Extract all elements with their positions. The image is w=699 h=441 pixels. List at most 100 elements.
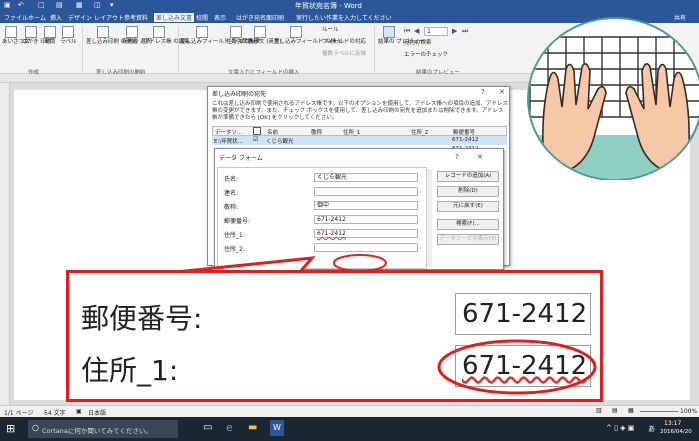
tell-me-box[interactable]: 実行したい作業を入力してください — [296, 13, 392, 22]
address-block-button[interactable]: 住所 ブロック — [226, 26, 261, 45]
clock-date[interactable]: 2016/04/20 — [660, 429, 692, 435]
col-honorific[interactable]: 敬称 — [311, 128, 322, 136]
row-checkbox[interactable]: ☑ — [253, 136, 258, 143]
vertical-ruler — [0, 83, 10, 405]
edit-address-book-button[interactable]: アドレス帳 の編集 — [144, 26, 190, 45]
open-icon[interactable]: ▤ — [56, 1, 63, 9]
fields-panel: 氏名: くじら観光 連名: 敬称: 御中 郵便番号: 671-2412 住所_1… — [217, 167, 427, 269]
last-record-icon[interactable]: ⏭ — [462, 27, 468, 36]
status-bar: 1/1 ページ 54 文字 ▣ 日本語 ▥ ▤ ▦ 100% — [0, 405, 699, 417]
task-view-icon[interactable]: ▭ — [203, 422, 212, 433]
cortana-search-input[interactable]: Cortanaに何か聞いてみてください。 — [28, 420, 178, 438]
field-address1-input[interactable]: 671-2412 — [314, 229, 418, 238]
insert-merge-field-button[interactable]: 差し込みフィールド の挿入 — [274, 26, 342, 45]
select-all-checkbox[interactable] — [253, 127, 261, 135]
windows-start-icon[interactable]: ⊞ — [6, 422, 15, 435]
proofing-icon[interactable]: ▣ — [76, 408, 82, 415]
save-icon[interactable]: ▣ — [4, 1, 11, 9]
help-icon[interactable]: ? — [481, 88, 485, 96]
recipients-icon — [126, 26, 138, 38]
tab-postcard-print[interactable]: はがき宛名面印刷 — [236, 13, 284, 22]
col-name[interactable]: 名前 — [267, 128, 278, 136]
customize-icon[interactable]: ▾ — [110, 1, 114, 9]
col-datasource[interactable]: データソ... — [215, 128, 242, 136]
add-record-button[interactable]: レコードの追加(A) — [437, 171, 499, 182]
greeting-line-button[interactable]: 挨拶文 (英文) — [248, 26, 282, 45]
match-fields-label: フィールドの対応 — [322, 39, 366, 45]
language[interactable]: 日本語 — [88, 408, 106, 417]
tab-insert[interactable]: 挿入 — [50, 13, 62, 22]
ime-indicator[interactable]: あ — [648, 424, 655, 434]
update-labels-button[interactable]: 複数ラベルに反映 — [322, 51, 372, 57]
tab-review[interactable]: 校閲 — [196, 13, 208, 22]
zoom-level[interactable]: 100% — [680, 408, 697, 415]
greeting-icon — [5, 26, 17, 38]
field-joint-input[interactable] — [314, 187, 418, 196]
col-zipcode[interactable]: 郵便番号 — [453, 128, 475, 136]
print-layout-icon[interactable]: ▤ — [612, 407, 618, 414]
tab-home[interactable]: ホーム — [28, 13, 46, 22]
explorer-icon[interactable]: ▬ — [248, 422, 257, 433]
view-source-button[interactable]: データソースの表示(V) — [437, 234, 499, 245]
clock-time[interactable]: 13:17 — [664, 420, 681, 427]
start-mail-merge-button[interactable]: 差し込み印刷 の開始 — [86, 26, 137, 45]
first-record-icon[interactable]: ⏮ — [404, 27, 410, 36]
highlight-fields-button[interactable]: 差し込みフィールド の強調表示 — [180, 26, 259, 45]
tab-layout[interactable]: レイアウト — [94, 13, 124, 22]
match-fields-button[interactable]: フィールドの対応 — [322, 39, 372, 45]
delete-button[interactable]: 削除(D) — [437, 186, 499, 197]
web-layout-icon[interactable]: ▦ — [628, 407, 634, 414]
label-button[interactable]: ラベル — [60, 26, 77, 45]
field-label-name: 氏名: — [224, 176, 239, 183]
read-mode-icon[interactable]: ▥ — [596, 407, 602, 414]
col-address1[interactable]: 住所_1 — [343, 128, 360, 136]
col-address2[interactable]: 住所_2 — [411, 128, 428, 136]
field-name-input[interactable]: くじら観光 — [314, 173, 418, 182]
preview-icon[interactable]: ◫ — [94, 1, 101, 9]
previous-record-icon[interactable]: ◀ — [414, 27, 419, 35]
record-number-input[interactable]: 1 — [424, 27, 448, 36]
print-icon[interactable]: ▦ — [76, 1, 83, 9]
preview-results-icon — [383, 26, 395, 38]
tab-mailings[interactable]: 差し込み文書 — [154, 13, 195, 22]
tab-view[interactable]: 表示 — [214, 13, 226, 22]
help-icon[interactable]: ? — [455, 153, 459, 161]
new-doc-icon[interactable]: □ — [38, 1, 45, 9]
preview-results-button[interactable]: 結果の プレビュー — [378, 26, 424, 45]
word-taskbar-icon[interactable]: W — [270, 420, 284, 436]
tab-file[interactable]: ファイル — [4, 13, 28, 22]
tab-references[interactable]: 参考資料 — [124, 13, 148, 22]
rules-button[interactable]: ルール — [322, 27, 362, 33]
page-count[interactable]: 1/1 ページ — [4, 408, 33, 417]
zoom-slider[interactable] — [640, 411, 678, 412]
undo-icon[interactable]: ↶ — [18, 1, 24, 9]
close-icon[interactable]: ✕ — [499, 88, 505, 96]
cell-name: くじら観光 — [266, 139, 294, 145]
tab-design[interactable]: デザイン — [68, 13, 92, 22]
fields-scrollbar[interactable] — [427, 169, 432, 267]
field-label-address2: 住所_2: — [224, 246, 245, 253]
system-tray-icons[interactable]: ^ ▯ ◈ ▣ — [606, 424, 634, 432]
word-count[interactable]: 54 文字 — [44, 408, 66, 417]
recipients-table-row[interactable]: E:\年賀状... ☑ くじら観光 671-2412 — [212, 136, 507, 145]
envelope-label: 封筒 — [44, 39, 56, 45]
taskbar: ⊞ Cortanaに何か聞いてみてください。 ○ ▭ e ▬ W ^ ▯ ◈ ▣… — [0, 417, 699, 441]
highlight-ellipse — [437, 339, 597, 395]
restore-button[interactable]: 元に戻す(E) — [437, 201, 499, 212]
envelope-button[interactable]: 封筒 — [42, 26, 58, 45]
next-record-icon[interactable]: ▶ — [452, 27, 457, 35]
close-icon[interactable]: ✕ — [477, 153, 483, 161]
find-button[interactable]: 検索(F)... — [437, 219, 499, 230]
field-address2-input[interactable] — [314, 243, 418, 252]
edge-icon[interactable]: e — [226, 421, 233, 434]
select-recipients-button[interactable]: 宛先の 選択 — [122, 26, 151, 45]
keyboard-illustration — [527, 17, 699, 180]
postcard-print-button[interactable]: はがき 印刷 — [22, 26, 51, 45]
find-recipient-button[interactable]: 宛先の検索 — [404, 40, 464, 46]
greeting-button[interactable]: あいさつ文 — [2, 26, 30, 45]
field-zipcode-input[interactable]: 671-2412 — [314, 215, 418, 224]
check-errors-button[interactable]: エラーのチェック — [404, 52, 464, 58]
find-recipient-label: 宛先の検索 — [404, 40, 432, 46]
data-form-dialog: データ フォーム ? ✕ 氏名: くじら観光 連名: 敬称: 御中 郵便番号: … — [214, 148, 504, 270]
field-honorific-input[interactable]: 御中 — [314, 201, 418, 210]
